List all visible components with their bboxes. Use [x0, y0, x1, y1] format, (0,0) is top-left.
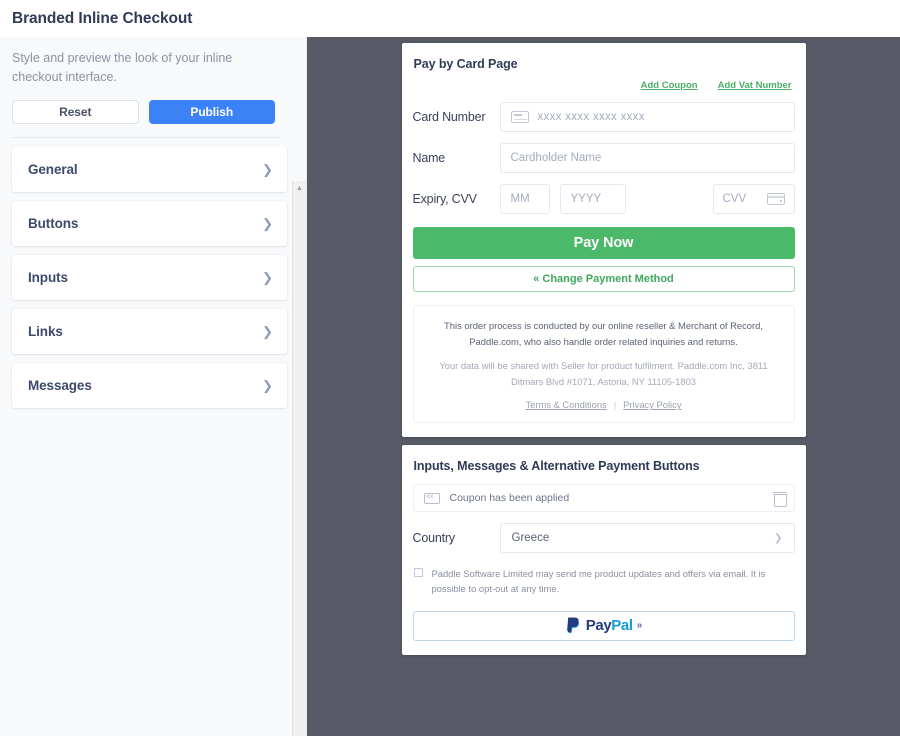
- settings-accordion: General ❯ Buttons ❯ Inputs ❯ Links ❯ Mes…: [0, 146, 306, 736]
- paypal-logo-icon: [566, 617, 579, 634]
- coupon-applied-message: Coupon has been applied: [412, 484, 795, 513]
- marketing-optin-row: Paddle Software Limited may send me prod…: [413, 566, 795, 596]
- sidebar-actions: Reset Publish: [12, 99, 294, 124]
- cvv-card-icon: [766, 193, 785, 205]
- card-number-placeholder: xxxx xxxx xxxx xxxx: [537, 111, 645, 123]
- legal-links: Terms & Conditions | Privacy Policy: [428, 399, 780, 410]
- chevron-down-icon: ❯: [774, 532, 783, 544]
- sidebar-item-links[interactable]: Links ❯: [12, 308, 287, 354]
- paypal-pay-text: Pay: [585, 617, 612, 635]
- legal-disclaimer: This order process is conducted by our o…: [412, 305, 795, 424]
- pay-card-toplinks: Add Coupon Add Vat Number: [413, 80, 795, 91]
- main-layout: Style and preview the look of your inlin…: [0, 37, 900, 736]
- sidebar-description: Style and preview the look of your inlin…: [12, 51, 233, 85]
- pay-now-button[interactable]: Pay Now: [412, 227, 795, 259]
- trash-icon[interactable]: [772, 491, 787, 507]
- chevron-right-icon: ❯: [262, 161, 273, 177]
- expiry-month-input[interactable]: MM: [499, 184, 550, 214]
- window-titlebar: Branded Inline Checkout: [0, 0, 900, 37]
- sidebar-item-label: Inputs: [28, 269, 68, 285]
- expiry-year-input[interactable]: YYYY: [559, 184, 626, 214]
- legal-line-1: This order process is conducted by our o…: [444, 320, 763, 347]
- expiry-year-placeholder: YYYY: [570, 193, 602, 205]
- sidebar-scrollbar[interactable]: ▲: [292, 181, 306, 736]
- paypal-button[interactable]: PayPal »: [412, 610, 795, 641]
- expiry-month-placeholder: MM: [510, 193, 530, 205]
- scroll-up-arrow-icon[interactable]: ▲: [293, 181, 306, 195]
- paypal-pal-text: Pal: [611, 617, 633, 635]
- page-title: Branded Inline Checkout: [12, 9, 193, 27]
- card-number-label: Card Number: [412, 110, 486, 124]
- chevron-right-icon: ❯: [262, 269, 273, 285]
- cvv-placeholder: CVV: [722, 193, 747, 205]
- terms-and-conditions-link[interactable]: Terms & Conditions: [525, 399, 606, 410]
- credit-card-icon: [510, 111, 529, 123]
- pay-by-card-panel: Pay by Card Page Add Coupon Add Vat Numb…: [401, 43, 806, 438]
- sidebar-divider: [12, 136, 281, 138]
- name-label: Name: [412, 151, 446, 165]
- cardholder-name-input[interactable]: Cardholder Name: [499, 143, 795, 173]
- card-number-input[interactable]: xxxx xxxx xxxx xxxx: [499, 102, 795, 132]
- sidebar-item-inputs[interactable]: Inputs ❯: [12, 254, 287, 300]
- marketing-optin-label: Paddle Software Limited may send me prod…: [431, 568, 766, 595]
- privacy-policy-link[interactable]: Privacy Policy: [623, 399, 681, 410]
- sidebar-item-label: Buttons: [28, 215, 79, 231]
- chevron-right-icon: ❯: [262, 215, 273, 231]
- country-row: Country Greece ❯: [412, 523, 795, 554]
- add-vat-number-link[interactable]: Add Vat Number: [718, 80, 792, 91]
- sidebar-item-label: Links: [28, 323, 63, 339]
- sidebar-item-label: General: [28, 161, 78, 177]
- settings-sidebar: Style and preview the look of your inlin…: [0, 37, 307, 736]
- legal-line-2: Your data will be shared with Seller for…: [439, 360, 768, 387]
- sidebar-item-label: Messages: [28, 377, 92, 393]
- name-row: Name Cardholder Name: [413, 143, 795, 173]
- coupon-message-content: Coupon has been applied: [423, 492, 570, 505]
- checkout-preview-pane: Pay by Card Page Add Coupon Add Vat Numb…: [307, 37, 900, 736]
- publish-button[interactable]: Publish: [148, 99, 275, 124]
- inputs-card-title: Inputs, Messages & Alternative Payment B…: [413, 459, 700, 474]
- sidebar-item-messages[interactable]: Messages ❯: [12, 362, 287, 408]
- cvv-input[interactable]: CVV: [712, 184, 795, 214]
- paypal-chevron-icon: »: [636, 620, 643, 632]
- add-coupon-link[interactable]: Add Coupon: [641, 80, 698, 91]
- cardholder-name-placeholder: Cardholder Name: [510, 152, 602, 164]
- expiry-cvv-row: Expiry, CVV MM YYYY CVV: [413, 184, 795, 214]
- chevron-right-icon: ❯: [262, 323, 273, 339]
- sidebar-item-general[interactable]: General ❯: [12, 146, 287, 192]
- expiry-cvv-label: Expiry, CVV: [412, 192, 477, 206]
- sidebar-item-buttons[interactable]: Buttons ❯: [12, 200, 287, 246]
- marketing-optin-checkbox[interactable]: [413, 568, 423, 578]
- legal-link-separator: |: [613, 399, 617, 411]
- pay-card-title: Pay by Card Page: [413, 57, 518, 71]
- reset-button[interactable]: Reset: [12, 99, 139, 124]
- sidebar-intro: Style and preview the look of your inlin…: [0, 37, 306, 124]
- country-selected-value: Greece: [511, 532, 550, 545]
- coupon-message-text: Coupon has been applied: [449, 492, 570, 505]
- card-number-row: Card Number xxxx xxxx xxxx xxxx: [413, 102, 795, 132]
- expiry-fields: MM YYYY: [499, 184, 626, 214]
- ticket-icon: [423, 492, 440, 504]
- country-select[interactable]: Greece ❯: [499, 523, 795, 554]
- chevron-right-icon: ❯: [262, 377, 273, 393]
- change-payment-method-button[interactable]: « Change Payment Method: [412, 266, 795, 292]
- inputs-messages-panel: Inputs, Messages & Alternative Payment B…: [401, 445, 806, 655]
- country-label: Country: [412, 531, 456, 546]
- paypal-wordmark: PayPal: [586, 617, 633, 634]
